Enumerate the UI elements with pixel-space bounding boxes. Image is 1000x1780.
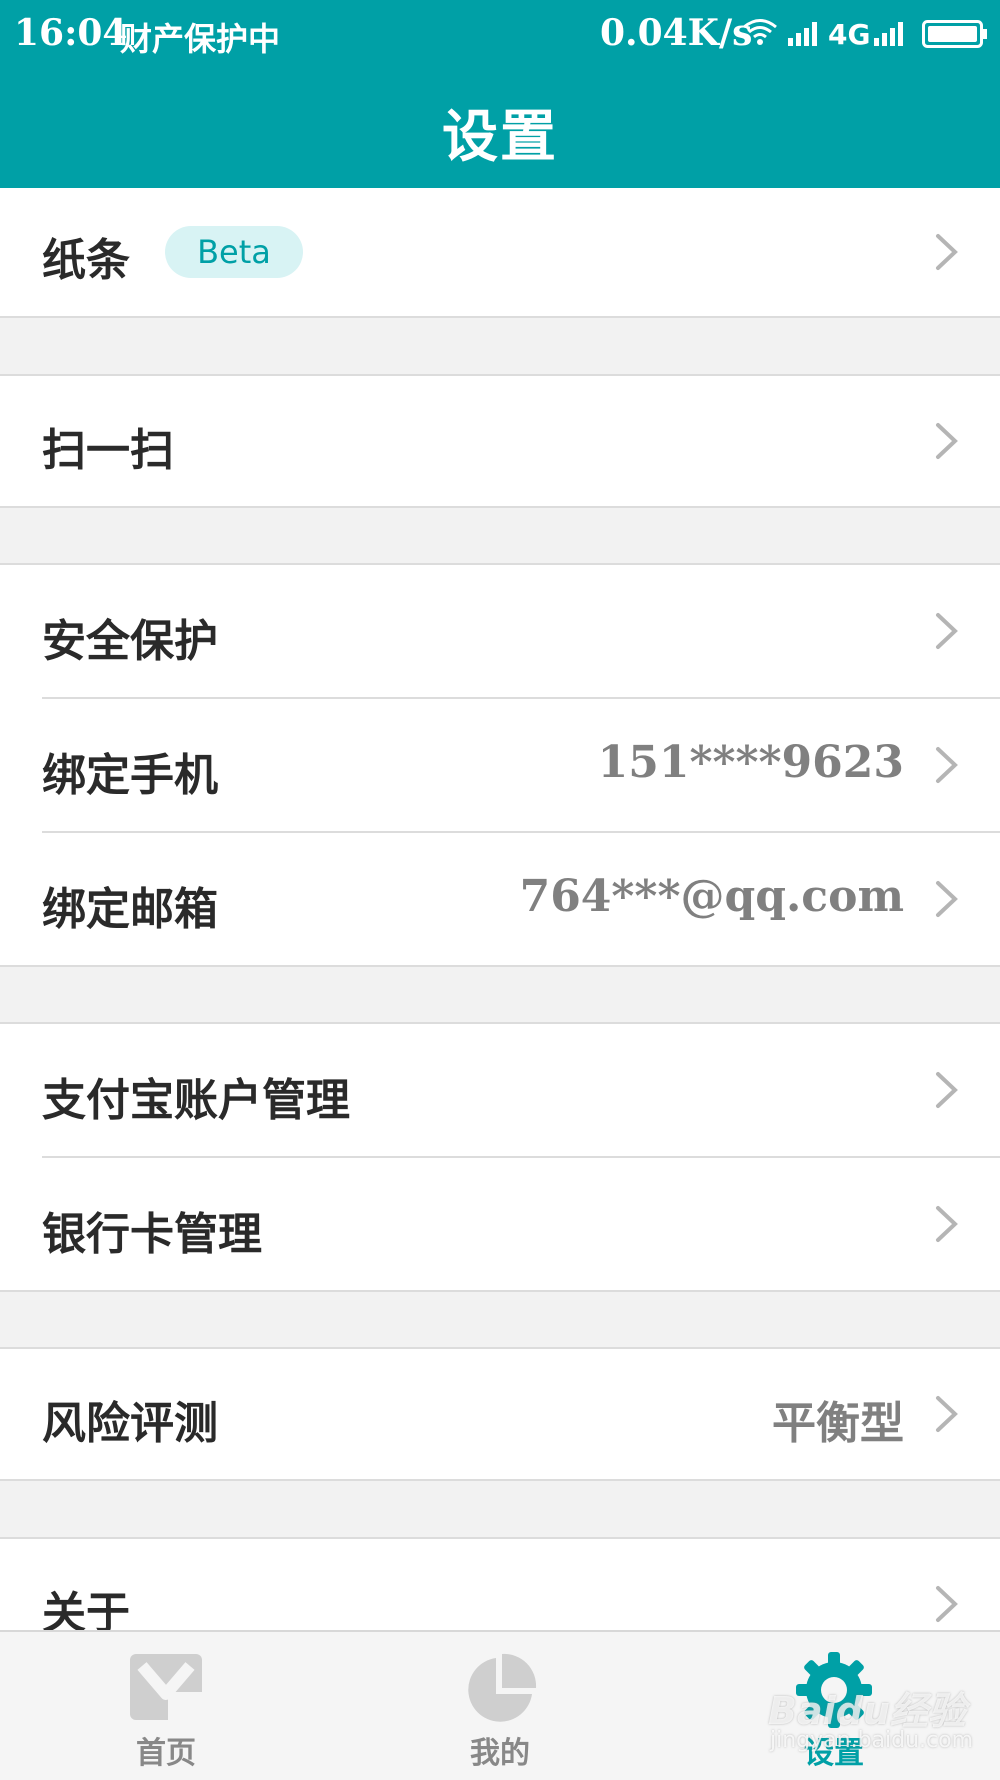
settings-item-risk[interactable]: 风险评测 平衡型 (0, 1347, 1000, 1481)
settings-item-label: 银行卡管理 (42, 1209, 262, 1260)
chevron-right-icon (936, 1206, 958, 1242)
watermark: Baidu经验 (768, 1689, 966, 1733)
page-title: 设置 (442, 105, 558, 170)
status-time: 16:04 (14, 12, 128, 54)
settings-item-label: 绑定邮箱 (42, 884, 218, 935)
chevron-right-icon (936, 1586, 958, 1622)
settings-item-label: 绑定手机 (42, 750, 218, 801)
status-mode: 财产保护中 (120, 20, 281, 58)
network-speed: 0.04K/s (600, 12, 753, 54)
settings-item-security[interactable]: 安全保护 (0, 565, 1000, 697)
beta-badge: Beta (165, 226, 303, 278)
header: 设置 (0, 64, 1000, 188)
chevron-right-icon (936, 234, 958, 270)
chevron-right-icon (936, 1072, 958, 1108)
risk-value: 平衡型 (772, 1398, 904, 1449)
signal-icon (788, 20, 822, 50)
chevron-right-icon (936, 747, 958, 783)
phone-value: 151****9623 (597, 737, 904, 788)
chevron-right-icon (936, 881, 958, 917)
m-logo-icon (130, 1654, 202, 1720)
battery-icon (922, 20, 988, 52)
chevron-right-icon (936, 613, 958, 649)
chevron-right-icon (936, 1396, 958, 1432)
status-bar: 16:04 财产保护中 0.04K/s 4G (0, 0, 1000, 64)
chevron-right-icon (936, 423, 958, 459)
settings-item-label: 纸条 (42, 235, 130, 286)
tab-mine[interactable]: 我的 (400, 1632, 600, 1780)
tab-label: 首页 (136, 1736, 196, 1771)
settings-item-scan[interactable]: 扫一扫 (0, 374, 1000, 508)
network-type: 4G (828, 18, 871, 51)
wifi-icon (742, 18, 778, 50)
signal-icon (874, 20, 908, 50)
email-value: 764***@qq.com (519, 871, 904, 922)
settings-group-payment: 支付宝账户管理 银行卡管理 (0, 1022, 1000, 1292)
settings-item-label: 风险评测 (42, 1398, 218, 1449)
settings-item-note[interactable]: 纸条 Beta (0, 188, 1000, 318)
settings-item-email[interactable]: 绑定邮箱 764***@qq.com (0, 833, 1000, 965)
settings-item-label: 支付宝账户管理 (42, 1075, 350, 1126)
settings-item-label: 安全保护 (42, 616, 218, 667)
settings-item-bankcard[interactable]: 银行卡管理 (0, 1158, 1000, 1290)
tab-label: 我的 (470, 1736, 530, 1771)
tab-home[interactable]: 首页 (66, 1632, 266, 1780)
settings-item-label: 扫一扫 (42, 425, 174, 476)
settings-item-phone[interactable]: 绑定手机 151****9623 (0, 699, 1000, 831)
pie-chart-icon (468, 1653, 537, 1722)
settings-item-alipay[interactable]: 支付宝账户管理 (0, 1024, 1000, 1156)
settings-group-account: 安全保护 绑定手机 151****9623 绑定邮箱 764***@qq.com (0, 563, 1000, 967)
watermark-url: jingyan.baidu.com (770, 1728, 974, 1753)
